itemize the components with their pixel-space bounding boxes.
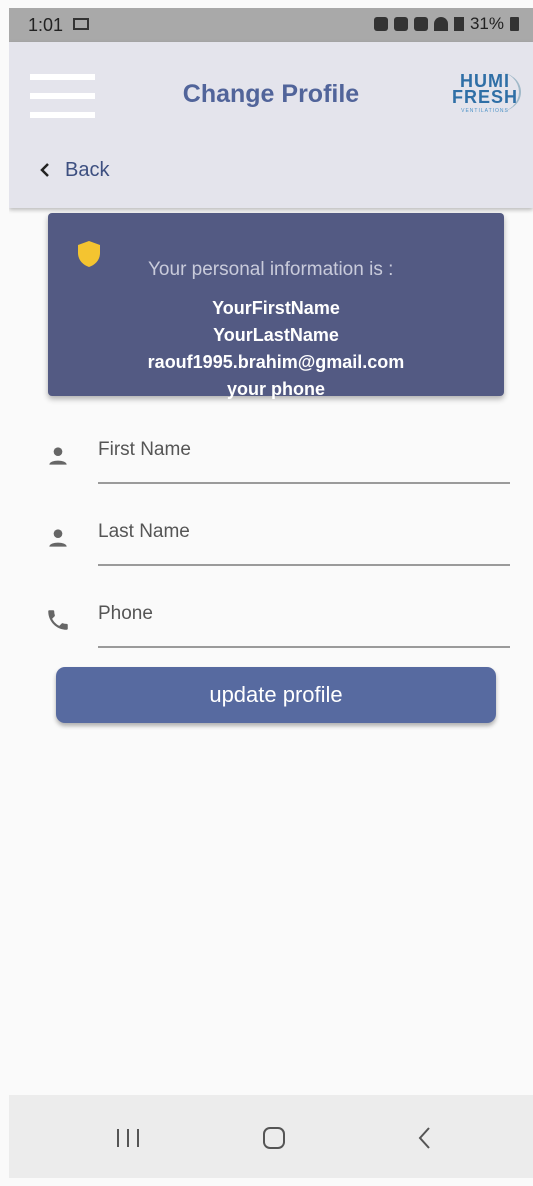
home-icon[interactable] <box>263 1127 285 1149</box>
phone-field[interactable]: Phone <box>9 589 533 659</box>
info-email: raouf1995.brahim@gmail.com <box>147 352 405 372</box>
phone-underline <box>98 646 510 648</box>
last-name-underline <box>98 564 510 566</box>
first-name-label: First Name <box>98 439 191 460</box>
status-icons: 31% <box>373 14 519 34</box>
update-profile-button[interactable]: update profile <box>56 667 496 723</box>
system-nav-bar <box>9 1095 533 1178</box>
status-time: 1:01 <box>28 15 64 35</box>
info-phone: your phone <box>227 379 325 399</box>
alarm-icon <box>393 17 408 31</box>
humifresh-logo: HUMI FRESH VENTILATIONS <box>445 68 525 118</box>
chevron-left-icon <box>40 163 49 177</box>
info-heading: Your personal information is : <box>148 259 394 280</box>
shield-icon <box>78 241 100 267</box>
personal-info-card: Your personal information is : YourFirst… <box>48 213 504 399</box>
logo-text-fresh: FRESH <box>451 87 518 107</box>
app-screen: 1:01 31% Change Profile HUMI FRESH VENTI… <box>9 8 533 1178</box>
info-first-name: YourFirstName <box>212 298 340 318</box>
person-icon <box>49 447 67 465</box>
last-name-field[interactable]: Last Name <box>9 507 533 577</box>
first-name-underline <box>98 482 510 484</box>
battery-icon <box>510 17 519 31</box>
logo-text-ventilations: VENTILATIONS <box>461 108 509 114</box>
battery-percent: 31% <box>469 14 504 33</box>
lock-icon <box>373 17 388 31</box>
person-icon <box>49 529 67 547</box>
phone-label: Phone <box>98 603 153 624</box>
back-label: Back <box>65 158 110 181</box>
first-name-field[interactable]: First Name <box>9 425 533 495</box>
nav-back-icon[interactable] <box>417 1126 431 1150</box>
app-bar: Change Profile HUMI FRESH VENTILATIONS B… <box>9 42 533 208</box>
info-last-name: YourLastName <box>213 325 339 345</box>
wifi-icon <box>433 17 448 31</box>
info-values: YourFirstName YourLastName raouf1995.bra… <box>48 295 504 403</box>
phone-icon <box>48 610 68 630</box>
signal-icon <box>453 17 464 31</box>
back-button[interactable]: Back <box>39 154 109 186</box>
last-name-label: Last Name <box>98 521 190 542</box>
status-bar: 1:01 31% <box>9 8 533 42</box>
image-notification-icon <box>73 18 89 30</box>
mute-icon <box>413 17 428 31</box>
recent-apps-icon[interactable] <box>117 1129 139 1147</box>
